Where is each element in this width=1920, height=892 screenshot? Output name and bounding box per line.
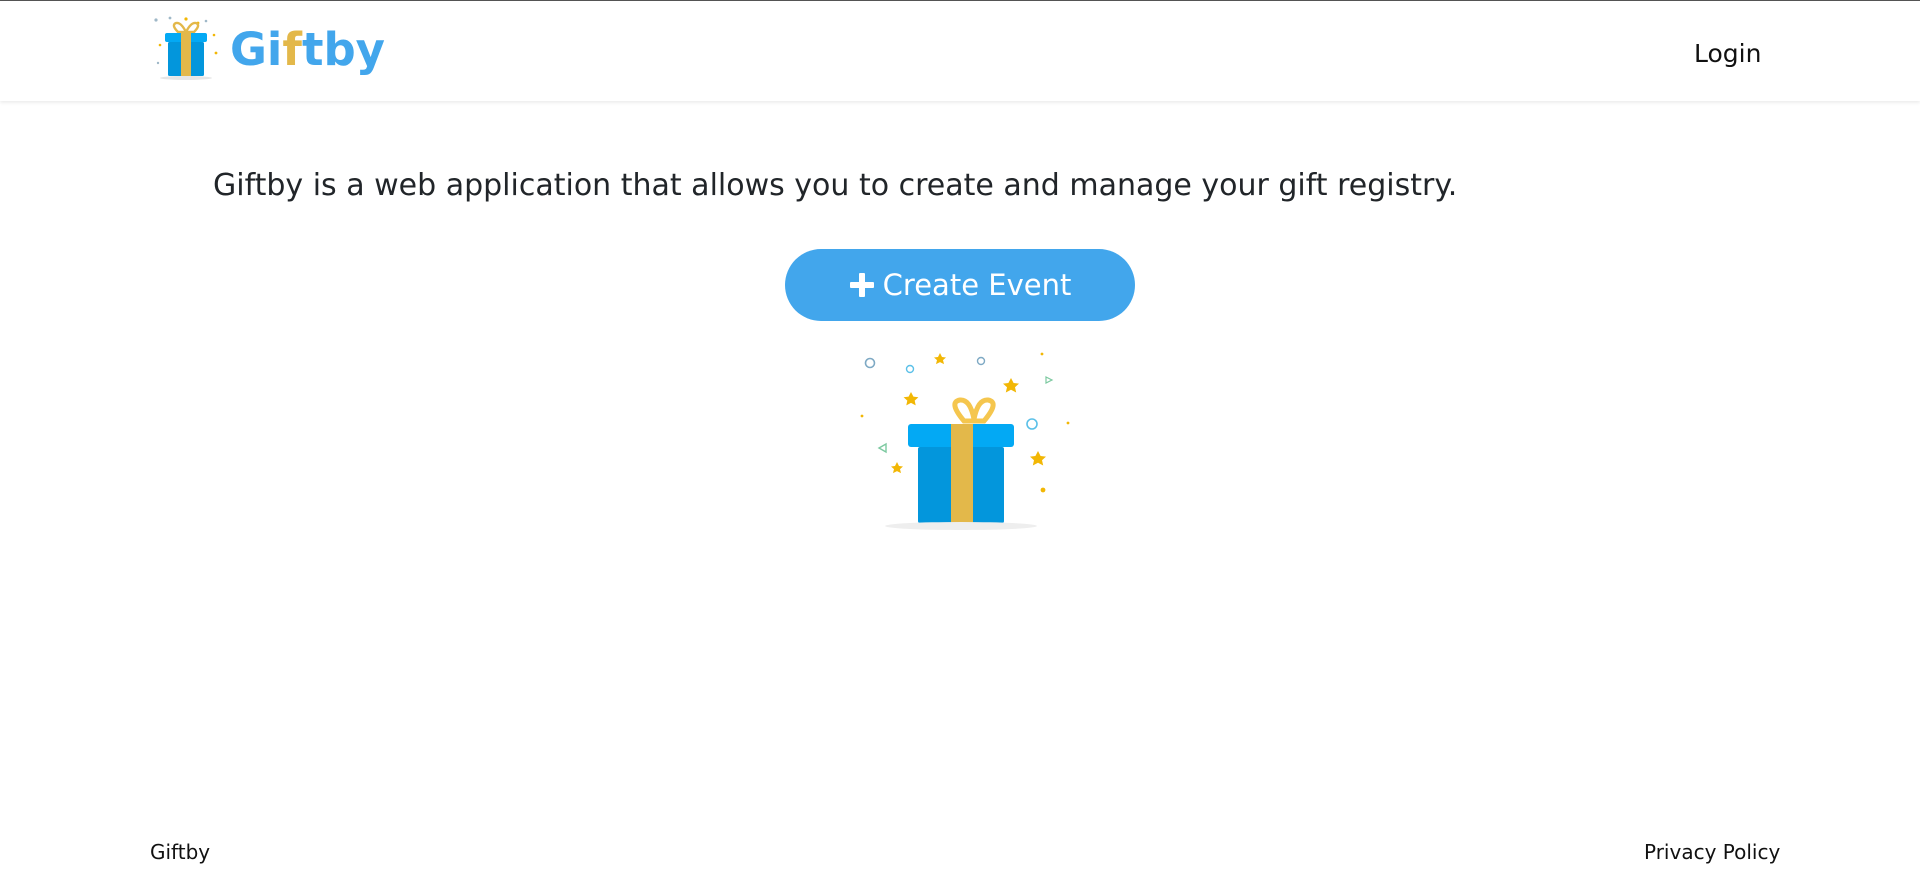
intro-text: Giftby is a web application that allows … (213, 168, 1458, 203)
login-link[interactable]: Login (1694, 39, 1761, 68)
site-footer: Giftby Privacy Policy (0, 830, 1920, 870)
logo-wordmark: Giftby (230, 27, 385, 72)
privacy-policy-link[interactable]: Privacy Policy (1644, 840, 1780, 864)
create-event-label: Create Event (882, 268, 1072, 302)
gift-box-icon (154, 16, 218, 80)
site-logo[interactable]: Giftby (150, 15, 385, 83)
logo-text-end: tby (301, 22, 386, 76)
site-header: Giftby Login (0, 1, 1920, 101)
create-event-button[interactable]: Create Event (785, 249, 1135, 321)
gift-box-illustration (860, 352, 1070, 530)
logo-text-part: Gi (230, 22, 283, 76)
footer-brand: Giftby (150, 840, 211, 864)
logo-text-accent: f (282, 22, 302, 76)
plus-icon (849, 273, 874, 297)
